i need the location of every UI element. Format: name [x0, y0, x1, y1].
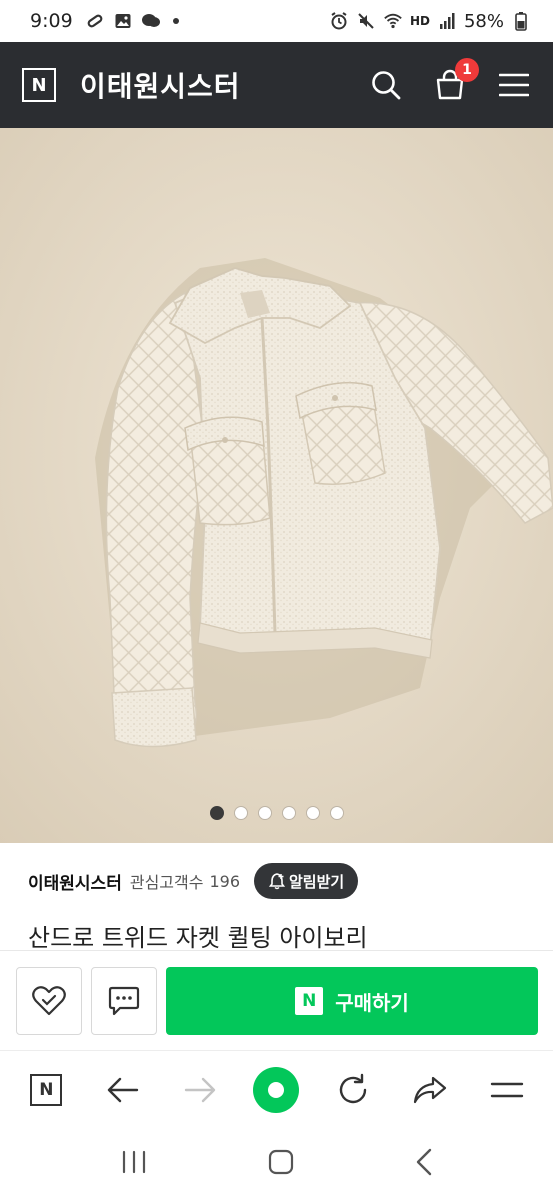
- buy-button-label: 구매하기: [335, 990, 409, 1015]
- naver-n-icon: N: [30, 1073, 63, 1106]
- naver-pay-logo: N: [295, 987, 324, 1015]
- signal-icon: [437, 11, 457, 31]
- carousel-dot[interactable]: [305, 806, 320, 820]
- heart-check-icon: [32, 986, 66, 1016]
- search-button[interactable]: [369, 68, 403, 102]
- product-title: 산드로 트위드 자켓 퀼팅 아이보리: [28, 924, 368, 952]
- alarm-subscribe-button[interactable]: 알림받기: [254, 863, 359, 899]
- gallery-icon: [113, 11, 133, 31]
- android-nav-bar: [0, 1128, 553, 1200]
- browser-toolbar: N: [0, 1050, 553, 1128]
- chevron-left-icon: [416, 1148, 431, 1176]
- carousel-dot[interactable]: [209, 806, 224, 820]
- wishlist-button[interactable]: [16, 967, 82, 1035]
- buy-button[interactable]: N 구매하기: [166, 967, 538, 1035]
- forward-button[interactable]: [175, 1065, 225, 1115]
- recent-apps-icon: [122, 1150, 145, 1174]
- status-bar: 9:09 HD 58%: [0, 0, 553, 42]
- chat-icon: [108, 986, 140, 1016]
- back-nav-button[interactable]: [415, 1148, 433, 1180]
- carousel-dot[interactable]: [233, 806, 248, 820]
- cart-button[interactable]: 1: [433, 58, 479, 102]
- follow-label: 관심고객수: [129, 873, 204, 892]
- product-image[interactable]: [0, 128, 553, 843]
- app-header: N 이태원시스터 1: [0, 42, 553, 128]
- share-arrow-icon: [413, 1076, 446, 1103]
- carousel-dot[interactable]: [281, 806, 296, 820]
- header-actions: 1: [369, 58, 531, 102]
- store-info-row: 이태원시스터 관심고객수 196 알림받기: [28, 862, 528, 900]
- purchase-bar: N 구매하기: [0, 950, 553, 1050]
- battery-percent: 58%: [463, 10, 504, 32]
- refresh-icon: [339, 1073, 367, 1103]
- arrow-left-icon: [107, 1077, 139, 1102]
- carousel-indicator: [0, 806, 553, 820]
- menu-lines-icon: [490, 1082, 523, 1097]
- browser-menu-button[interactable]: [482, 1065, 532, 1115]
- menu-button[interactable]: [497, 68, 531, 102]
- cart-count-badge: 1: [455, 58, 479, 82]
- store-name-link[interactable]: 이태원시스터: [28, 869, 122, 894]
- status-time: 9:09: [30, 10, 73, 32]
- chat-bubble-icon: [141, 11, 161, 31]
- green-dot-icon: [253, 1066, 300, 1113]
- status-right: HD 58%: [329, 11, 531, 32]
- home-nav-button[interactable]: [268, 1149, 294, 1179]
- notification-dot: [172, 18, 179, 24]
- home-square-icon: [268, 1149, 293, 1175]
- search-icon: [372, 71, 401, 100]
- link-icon: [85, 11, 105, 31]
- arrow-right-icon: [184, 1077, 215, 1102]
- naver-home-button[interactable]: N: [21, 1065, 71, 1115]
- naver-logo-button[interactable]: N: [22, 68, 56, 102]
- alarm-icon: [329, 11, 349, 31]
- bell-plus-icon: [268, 873, 286, 890]
- jacket-photo: [0, 128, 553, 843]
- carousel-dot[interactable]: [257, 806, 272, 820]
- carousel-dot[interactable]: [329, 806, 344, 820]
- back-button[interactable]: [98, 1065, 148, 1115]
- follow-count: 196: [209, 871, 240, 891]
- green-dot-button[interactable]: [251, 1065, 301, 1115]
- talk-inquiry-button[interactable]: [91, 967, 157, 1035]
- wifi-icon: [383, 11, 403, 31]
- hd-voice-label: HD: [409, 14, 430, 28]
- store-title[interactable]: 이태원시스터: [80, 65, 241, 105]
- hamburger-icon: [499, 73, 529, 97]
- status-left: 9:09: [30, 10, 179, 32]
- refresh-button[interactable]: [328, 1065, 378, 1115]
- mute-icon: [356, 11, 376, 31]
- battery-icon: [511, 11, 531, 31]
- recent-apps-button[interactable]: [121, 1150, 147, 1178]
- share-button[interactable]: [405, 1065, 455, 1115]
- alarm-subscribe-label: 알림받기: [289, 872, 345, 891]
